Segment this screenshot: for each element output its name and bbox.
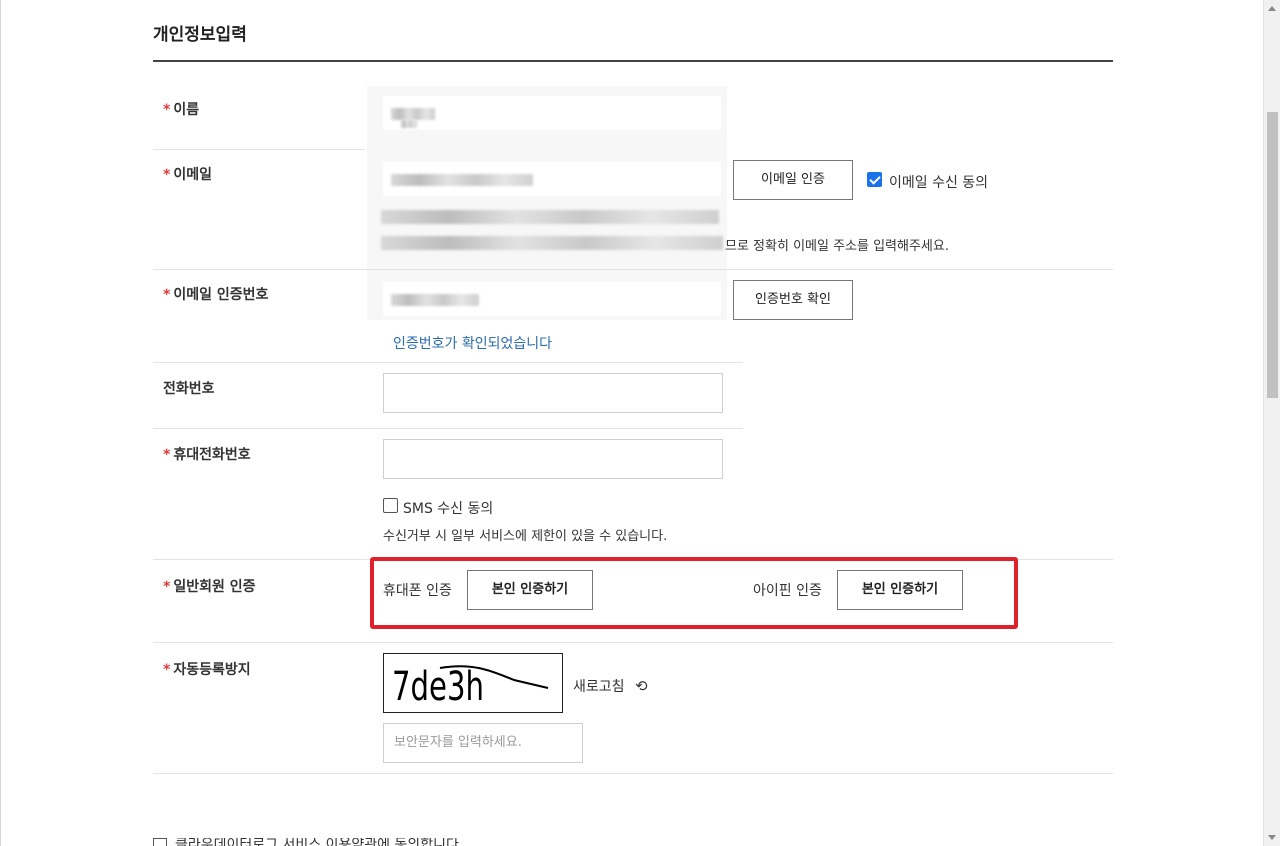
row-divider — [153, 428, 743, 429]
required-mark: * — [163, 102, 171, 118]
captcha-image: 7de3h — [383, 653, 563, 713]
row-divider — [153, 149, 365, 150]
redacted-notice-2 — [381, 236, 723, 250]
email-notice-text: 므로 정확히 이메일 주소를 입력해주세요. — [725, 239, 949, 254]
phone-label: 전화번호 — [163, 378, 215, 398]
row-divider — [153, 642, 1113, 643]
email-label: * 이메일 — [163, 164, 212, 184]
terms-label: 클라우데이터로그 서비스 이용약관에 동의합니다 — [175, 838, 459, 846]
scroll-down-icon[interactable] — [1268, 835, 1276, 840]
code-confirm-button[interactable]: 인증번호 확인 — [733, 280, 853, 320]
member-auth-label-text: 일반회원 인증 — [173, 579, 256, 595]
member-auth-label: * 일반회원 인증 — [163, 576, 255, 596]
required-mark: * — [163, 579, 171, 595]
mobile-label-text: 휴대전화번호 — [173, 447, 251, 463]
redacted-notice-1 — [381, 210, 719, 224]
terms-checkbox[interactable] — [153, 838, 167, 846]
email-label-text: 이메일 — [173, 167, 212, 183]
email-verify-button[interactable]: 이메일 인증 — [733, 160, 853, 200]
page-frame: 개인정보입력 * 이름 * 이메일 이메일 인증 이메일 수신 동의 므로 정확히 … — [0, 0, 1280, 846]
scroll-up-icon[interactable] — [1268, 6, 1276, 11]
email-code-label-text: 이메일 인증번호 — [173, 287, 269, 303]
required-mark: * — [163, 167, 171, 183]
captcha-input[interactable]: 보안문자를 입력하세요. — [383, 723, 583, 763]
sms-consent-label: SMS 수신 동의 — [403, 501, 494, 517]
email-consent-label: 이메일 수신 동의 — [889, 175, 989, 191]
row-divider — [153, 362, 743, 363]
name-label-text: 이름 — [173, 102, 200, 118]
captcha-label-text: 자동등록방지 — [173, 662, 251, 678]
required-mark: * — [163, 447, 171, 463]
section-title: 개인정보입력 — [153, 25, 247, 45]
code-status-text: 인증번호가 확인되었습니다 — [393, 336, 553, 352]
captcha-graphic: 7de3h — [392, 664, 549, 710]
redacted-email — [391, 174, 533, 186]
sms-consent-checkbox[interactable] — [383, 498, 398, 513]
highlight-box — [370, 557, 1018, 629]
sms-notice-text: 수신거부 시 일부 서비스에 제한이 있을 수 있습니다. — [383, 529, 668, 544]
email-code-label: * 이메일 인증번호 — [163, 284, 268, 304]
required-mark: * — [163, 287, 171, 303]
refresh-icon: ⟲ — [634, 677, 648, 695]
row-divider — [153, 773, 1113, 774]
phone-label-text: 전화번호 — [163, 381, 215, 397]
terms-checkbox-row[interactable]: 클라우데이터로그 서비스 이용약관에 동의합니다 — [153, 838, 459, 846]
captcha-refresh-button[interactable]: 새로고침 ⟲ — [573, 676, 648, 696]
row-divider — [153, 269, 1113, 270]
redacted-name-2 — [401, 120, 417, 128]
captcha-text: 7de3h — [392, 664, 484, 710]
scroll-thumb[interactable] — [1267, 112, 1278, 398]
name-label: * 이름 — [163, 99, 199, 119]
captcha-label: * 자동등록방지 — [163, 659, 251, 679]
redacted-code — [391, 294, 479, 306]
redacted-name — [391, 108, 435, 120]
phone-input[interactable] — [383, 373, 723, 413]
mobile-input[interactable] — [383, 439, 723, 479]
mobile-label: * 휴대전화번호 — [163, 444, 251, 464]
email-consent-checkbox[interactable] — [867, 172, 882, 187]
page-scrollbar[interactable] — [1263, 0, 1280, 846]
title-divider — [153, 60, 1113, 62]
required-mark: * — [163, 662, 171, 678]
captcha-refresh-label: 새로고침 — [573, 679, 625, 695]
